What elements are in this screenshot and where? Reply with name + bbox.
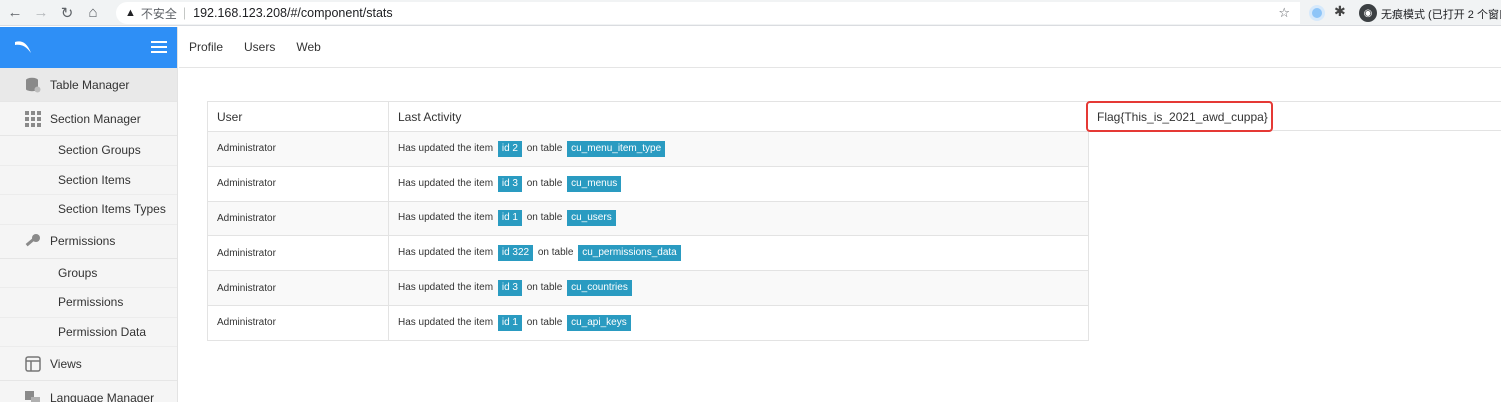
table-row: Administrator Has updated the item id 3 … [207,270,1089,306]
sidebar: Table Manager Section Manager Section Gr… [0,27,178,402]
table-row: Administrator Has updated the item id 1 … [207,200,1089,237]
sidebar-item-language-manager[interactable]: Language Manager [0,381,177,402]
grid-icon [24,110,42,128]
sidebar-item-label: Permissions [50,234,116,248]
nav-link-web[interactable]: Web [296,40,320,54]
reload-icon[interactable]: ↻ [56,2,78,24]
back-icon[interactable]: ← [4,2,26,24]
table-name-badge: cu_menu_item_type [567,140,666,157]
row-activity: Has updated the item id 1 on table cu_us… [388,200,1089,237]
table-row: Administrator Has updated the item id 1 … [207,304,1089,341]
sidebar-item-section-manager[interactable]: Section Manager [0,102,177,136]
sidebar-item-label: Language Manager [50,390,155,402]
address-separator: | [182,6,187,20]
browser-toolbar: ← → ↻ ⌂ ▲ 不安全 | 192.168.123.208/#/compon… [0,0,1501,26]
activity-middle: on table [526,316,563,328]
bookmark-star-icon[interactable]: ☆ [1278,5,1290,21]
row-user: Administrator [207,165,389,202]
table-name-badge: cu_permissions_data [578,245,681,262]
activity-prefix: Has updated the item [398,282,494,294]
row-user: Administrator [207,270,389,306]
sidebar-item-label: Section Groups [58,143,141,158]
row-user: Administrator [207,131,389,167]
activity-middle: on table [526,177,563,189]
key-icon [24,232,42,250]
home-icon[interactable]: ⌂ [82,2,104,24]
activity-middle: on table [537,247,574,259]
sidebar-item-views[interactable]: Views [0,347,177,381]
item-id-badge: id 1 [497,210,522,227]
insecure-label: 不安全 [140,6,177,21]
row-user: Administrator [207,304,389,341]
sidebar-item-label: Permissions [58,295,124,310]
sidebar-item-label: Groups [58,265,98,280]
address-bar[interactable]: ▲ 不安全 | 192.168.123.208/#/component/stat… [116,2,1300,24]
table-row: Administrator Has updated the item id 32… [207,235,1089,272]
activity-middle: on table [526,212,563,224]
nav-link-profile[interactable]: Profile [189,40,223,54]
language-icon [24,389,42,402]
database-gear-icon [24,76,42,94]
sidebar-item-label: Section Items [58,172,131,187]
activity-prefix: Has updated the item [398,177,494,189]
warning-icon: ▲ [125,7,136,19]
item-id-badge: id 3 [497,175,522,192]
item-id-badge: id 2 [497,140,522,157]
puzzle-icon[interactable]: ✱ [1334,3,1346,20]
activity-middle: on table [526,142,563,154]
column-header-last-activity: Last Activity [388,101,1089,132]
sidebar-subitem-section-items-types[interactable]: Section Items Types [0,195,177,225]
sidebar-item-label: Section Manager [50,111,141,126]
sidebar-item-label: Views [50,356,82,371]
sidebar-subitem-section-groups[interactable]: Section Groups [0,136,177,166]
row-activity: Has updated the item id 3 on table cu_me… [388,165,1089,202]
activity-prefix: Has updated the item [398,247,494,259]
row-activity: Has updated the item id 322 on table cu_… [388,235,1089,272]
url-text[interactable]: 192.168.123.208/#/component/stats [193,6,392,20]
table-header-row: User Last Activity [207,101,1089,132]
nav-link-users[interactable]: Users [244,40,275,54]
sidebar-subitem-permission-data[interactable]: Permission Data [0,318,177,347]
column-header-user: User [207,101,389,132]
activity-prefix: Has updated the item [398,212,494,224]
cuppa-logo-icon[interactable] [14,40,32,54]
table-row: Administrator Has updated the item id 3 … [207,165,1089,202]
flag-text: Flag{This_is_2021_awd_cuppa} [1097,109,1268,124]
item-id-badge: id 1 [497,314,522,331]
row-activity: Has updated the item id 1 on table cu_ap… [388,304,1089,341]
item-id-badge: id 3 [497,280,522,297]
incognito-label: 无痕模式 (已打开 2 个窗口) [1381,9,1501,21]
sidebar-item-label: Table Manager [50,77,130,92]
table-name-badge: cu_users [567,210,616,227]
extension-icon[interactable] [1309,5,1325,21]
sidebar-item-label: Section Items Types [58,202,166,217]
row-activity: Has updated the item id 3 on table cu_co… [388,270,1089,306]
activity-table: User Last Activity Administrator Has upd… [207,101,1089,341]
flag-highlight: Flag{This_is_2021_awd_cuppa} [1086,101,1273,132]
activity-prefix: Has updated the item [398,316,494,328]
item-id-badge: id 322 [497,245,534,262]
sidebar-subitem-groups[interactable]: Groups [0,259,177,288]
table-name-badge: cu_countries [567,280,632,297]
sidebar-item-table-manager[interactable]: Table Manager [0,68,177,102]
table-name-badge: cu_menus [567,175,622,192]
hamburger-menu-icon[interactable] [151,41,167,53]
activity-prefix: Has updated the item [398,142,494,154]
top-navigation: Profile Users Web [179,27,1501,68]
incognito-icon[interactable]: ◉ [1359,4,1377,22]
table-name-badge: cu_api_keys [567,314,631,331]
row-user: Administrator [207,200,389,237]
row-user: Administrator [207,235,389,272]
sidebar-item-permissions[interactable]: Permissions [0,225,177,259]
table-row: Administrator Has updated the item id 2 … [207,131,1089,167]
window-icon [24,355,42,373]
sidebar-header [0,27,177,68]
activity-middle: on table [526,282,563,294]
sidebar-subitem-permissions[interactable]: Permissions [0,288,177,318]
row-activity: Has updated the item id 2 on table cu_me… [388,131,1089,167]
sidebar-item-label: Permission Data [58,324,147,339]
forward-icon[interactable]: → [30,2,52,24]
sidebar-subitem-section-items[interactable]: Section Items [0,166,177,195]
